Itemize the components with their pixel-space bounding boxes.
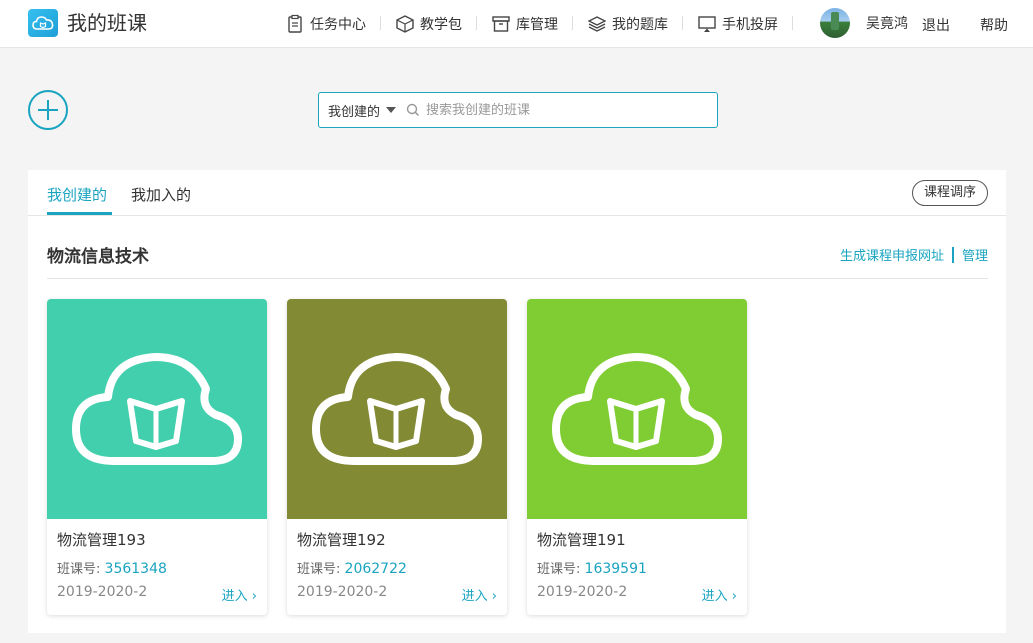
tab-created[interactable]: 我创建的 (47, 184, 107, 205)
nav-task-center[interactable]: 任务中心 (282, 0, 381, 48)
nav-label: 教学包 (420, 17, 462, 33)
nav-label: 任务中心 (310, 17, 366, 33)
package-icon (396, 15, 414, 33)
logout-link[interactable]: 退出 (922, 15, 950, 35)
avatar[interactable] (820, 8, 850, 38)
add-course-button[interactable] (28, 90, 68, 130)
help-link[interactable]: 帮助 (980, 15, 1008, 35)
nav-label: 我的题库 (612, 17, 668, 33)
clipboard-icon (288, 14, 302, 33)
course-code: 班课号: 1639591 (537, 558, 647, 577)
cloud-book-icon (312, 353, 482, 465)
course-cover[interactable] (527, 299, 747, 519)
course-cover[interactable] (287, 299, 507, 519)
enter-label: 进入 (701, 589, 728, 604)
enter-course-link[interactable]: 进入 › (702, 585, 737, 604)
course-code-value: 3561348 (104, 561, 167, 577)
section-actions: 生成课程申报网址 管理 (840, 245, 988, 264)
screen-cast-icon (698, 16, 716, 32)
generate-url-link[interactable]: 生成课程申报网址 (840, 245, 944, 264)
chevron-right-icon: › (251, 589, 257, 604)
course-panel: 我创建的 我加入的 课程调序 物流信息技术 生成课程申报网址 管理 物流管理19… (28, 170, 1006, 633)
search-bar: 我创建的 (318, 92, 718, 128)
divider (951, 246, 954, 263)
course-card[interactable]: 物流管理193 班课号: 3561348 2019-2020-2 进入 › (47, 299, 267, 615)
section-title: 物流信息技术 (47, 247, 149, 267)
course-code-label: 班课号: (57, 562, 101, 577)
chevron-right-icon: › (491, 589, 497, 604)
active-tab-indicator (47, 212, 112, 215)
divider (47, 278, 988, 279)
search-scope-dropdown[interactable]: 我创建的 (328, 101, 380, 120)
nav-library-management[interactable]: 库管理 (477, 0, 573, 48)
course-name[interactable]: 物流管理193 (57, 529, 146, 550)
tab-joined[interactable]: 我加入的 (131, 184, 191, 205)
course-code: 班课号: 3561348 (57, 558, 167, 577)
enter-label: 进入 (221, 589, 248, 604)
chevron-right-icon: › (731, 589, 737, 604)
nav-label: 手机投屏 (722, 17, 778, 33)
user-name[interactable]: 吴竟鸿 (866, 13, 908, 33)
course-term: 2019-2020-2 (297, 584, 388, 600)
cloud-book-icon (72, 353, 242, 465)
course-code: 班课号: 2062722 (297, 558, 407, 577)
manage-link[interactable]: 管理 (962, 245, 988, 264)
search-input[interactable] (420, 102, 717, 118)
top-nav: 任务中心 教学包 库管理 我的题库 手机投屏 (282, 0, 793, 48)
enter-label: 进入 (461, 589, 488, 604)
course-term: 2019-2020-2 (537, 584, 628, 600)
archive-icon (492, 16, 510, 32)
app-title: 我的班课 (67, 11, 147, 35)
course-term: 2019-2020-2 (57, 584, 148, 600)
layers-icon (587, 16, 607, 32)
course-card[interactable]: 物流管理191 班课号: 1639591 2019-2020-2 进入 › (527, 299, 747, 615)
enter-course-link[interactable]: 进入 › (462, 585, 497, 604)
chevron-down-icon[interactable] (386, 107, 397, 113)
course-cover[interactable] (47, 299, 267, 519)
nav-question-bank[interactable]: 我的题库 (573, 0, 683, 48)
course-name[interactable]: 物流管理192 (297, 529, 386, 550)
course-code-value: 1639591 (584, 561, 647, 577)
course-code-label: 班课号: (297, 562, 341, 577)
course-name[interactable]: 物流管理191 (537, 529, 626, 550)
cloud-book-icon (552, 353, 722, 465)
top-bar: 我的班课 任务中心 教学包 库管理 我的题库 手机投屏 吴竟鸿 退出 帮助 (0, 0, 1033, 48)
tab-bar: 我创建的 我加入的 课程调序 (28, 170, 1006, 216)
app-logo-icon[interactable] (28, 9, 58, 37)
course-code-label: 班课号: (537, 562, 581, 577)
enter-course-link[interactable]: 进入 › (222, 585, 257, 604)
user-menu[interactable]: 吴竟鸿 (820, 8, 908, 38)
nav-label: 库管理 (516, 17, 558, 33)
course-code-value: 2062722 (344, 561, 407, 577)
course-card[interactable]: 物流管理192 班课号: 2062722 2019-2020-2 进入 › (287, 299, 507, 615)
nav-teaching-package[interactable]: 教学包 (381, 0, 477, 48)
search-icon (406, 103, 420, 117)
course-order-button[interactable]: 课程调序 (911, 180, 988, 206)
nav-screen-cast[interactable]: 手机投屏 (683, 0, 793, 48)
